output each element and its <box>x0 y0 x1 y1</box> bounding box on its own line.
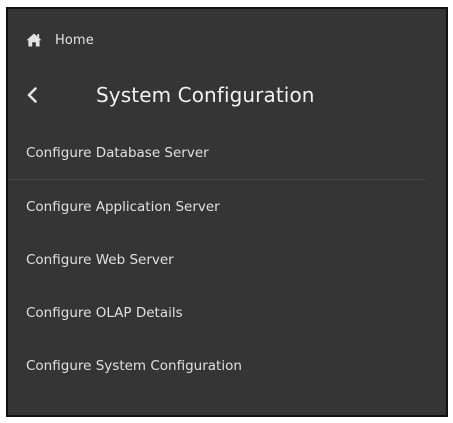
home-icon <box>26 33 42 47</box>
page-title: System Configuration <box>96 83 315 107</box>
back-button[interactable] <box>26 81 52 109</box>
navigation-panel: Home System Configuration Configure Data… <box>6 7 448 417</box>
menu-item-configure-application-server[interactable]: Configure Application Server <box>8 180 446 233</box>
menu-item-configure-olap-details[interactable]: Configure OLAP Details <box>8 286 446 339</box>
home-link[interactable]: Home <box>26 31 94 49</box>
page-header: System Configuration <box>26 81 315 109</box>
menu-item-configure-web-server[interactable]: Configure Web Server <box>8 233 446 286</box>
configuration-menu: Configure Database Server Configure Appl… <box>8 127 446 392</box>
chevron-left-icon <box>27 87 37 103</box>
home-label: Home <box>55 32 94 48</box>
menu-item-configure-system-configuration[interactable]: Configure System Configuration <box>8 339 446 392</box>
menu-item-configure-database-server[interactable]: Configure Database Server <box>8 127 426 180</box>
